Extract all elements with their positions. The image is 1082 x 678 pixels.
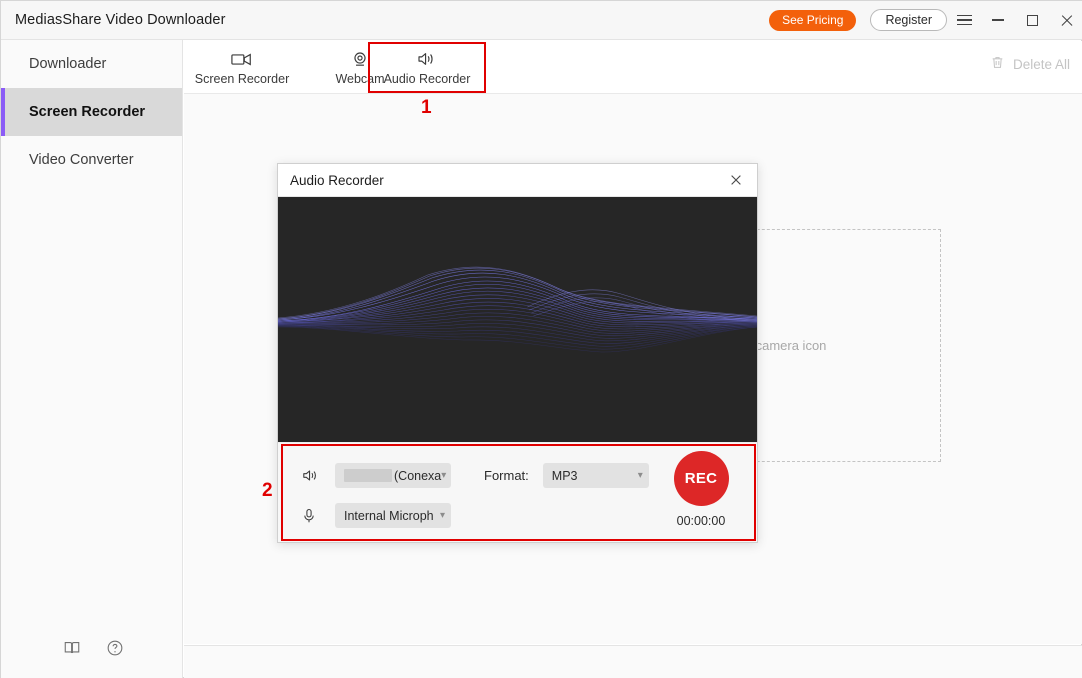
help-circle-icon[interactable] (106, 639, 124, 657)
microphone-device-value: Internal Microph (344, 509, 434, 523)
sidebar-item-screen-recorder[interactable]: Screen Recorder (1, 88, 182, 136)
sidebar-footer-icons (1, 639, 182, 657)
see-pricing-button[interactable]: See Pricing (769, 10, 856, 31)
tab-audio-recorder[interactable]: Audio Recorder (372, 45, 482, 91)
title-bar: MediasShare Video Downloader See Pricing… (1, 1, 1082, 40)
tab-label: Audio Recorder (384, 72, 471, 86)
minimize-glyph (992, 19, 1004, 21)
speaker-device-select[interactable]: (Conexa ▾ (335, 463, 451, 488)
chevron-down-icon: ▾ (638, 470, 643, 481)
delete-all-label: Delete All (1013, 57, 1070, 72)
microphone-device-row: Internal Microph ▾ (302, 503, 451, 528)
sidebar-item-video-converter[interactable]: Video Converter (1, 136, 182, 184)
sidebar: Downloader Screen Recorder Video Convert… (1, 40, 183, 678)
trash-icon (990, 55, 1005, 73)
format-label: Format: (484, 468, 529, 483)
microphone-icon (302, 508, 322, 524)
audio-recorder-dialog: Audio Recorder (277, 163, 758, 543)
close-glyph (1060, 14, 1073, 27)
sidebar-item-label: Screen Recorder (29, 104, 145, 120)
application-window: MediasShare Video Downloader See Pricing… (0, 0, 1082, 678)
camcorder-icon (231, 51, 253, 68)
speaker-device-value: (Conexa (394, 469, 441, 483)
dropzone-label: camera icon (756, 336, 827, 356)
annotation-number-1: 1 (421, 97, 432, 119)
close-icon[interactable] (1049, 1, 1082, 39)
dialog-close-icon[interactable] (724, 168, 748, 192)
tab-label: Screen Recorder (195, 72, 290, 86)
record-control-group: REC 00:00:00 (660, 451, 742, 528)
speaker-device-row: (Conexa ▾ (302, 463, 451, 488)
maximize-icon[interactable] (1015, 1, 1049, 39)
format-select[interactable]: MP3 ▾ (543, 463, 649, 488)
hamburger-menu-icon[interactable] (947, 1, 981, 39)
sidebar-item-label: Video Converter (29, 152, 134, 168)
delete-all-button: Delete All (990, 55, 1070, 73)
register-button[interactable]: Register (870, 9, 947, 31)
record-button[interactable]: REC (674, 451, 729, 506)
maximize-glyph (1027, 15, 1038, 26)
guide-book-icon[interactable] (63, 639, 81, 657)
format-row: Format: MP3 ▾ (484, 463, 649, 488)
speaker-icon (302, 468, 322, 483)
chevron-down-icon: ▾ (441, 470, 446, 481)
app-title: MediasShare Video Downloader (15, 12, 226, 28)
speaker-icon (417, 51, 437, 68)
audio-controls-panel: (Conexa ▾ Internal Microph ▾ (278, 442, 757, 542)
dialog-title: Audio Recorder (290, 173, 384, 188)
microphone-device-select[interactable]: Internal Microph ▾ (335, 503, 451, 528)
chevron-down-icon: ▾ (440, 510, 445, 521)
waveform-mesh (278, 197, 757, 442)
format-value: MP3 (552, 469, 578, 483)
webcam-icon (351, 51, 369, 68)
tab-screen-recorder[interactable]: Screen Recorder (187, 45, 297, 91)
sidebar-item-downloader[interactable]: Downloader (1, 40, 182, 88)
recording-timer: 00:00:00 (677, 514, 726, 528)
dialog-header: Audio Recorder (278, 164, 757, 197)
recorder-tab-bar: Screen Recorder Webcam Audio Recorde (184, 41, 1082, 94)
sidebar-item-label: Downloader (29, 56, 106, 72)
minimize-icon[interactable] (981, 1, 1015, 39)
audio-waveform-visualizer (278, 197, 757, 442)
redacted-device-name (344, 469, 392, 482)
footer-strip (184, 645, 1082, 678)
annotation-number-2: 2 (262, 480, 273, 502)
hamburger-glyph (957, 15, 972, 26)
title-bar-actions: See Pricing Register (769, 1, 1082, 39)
